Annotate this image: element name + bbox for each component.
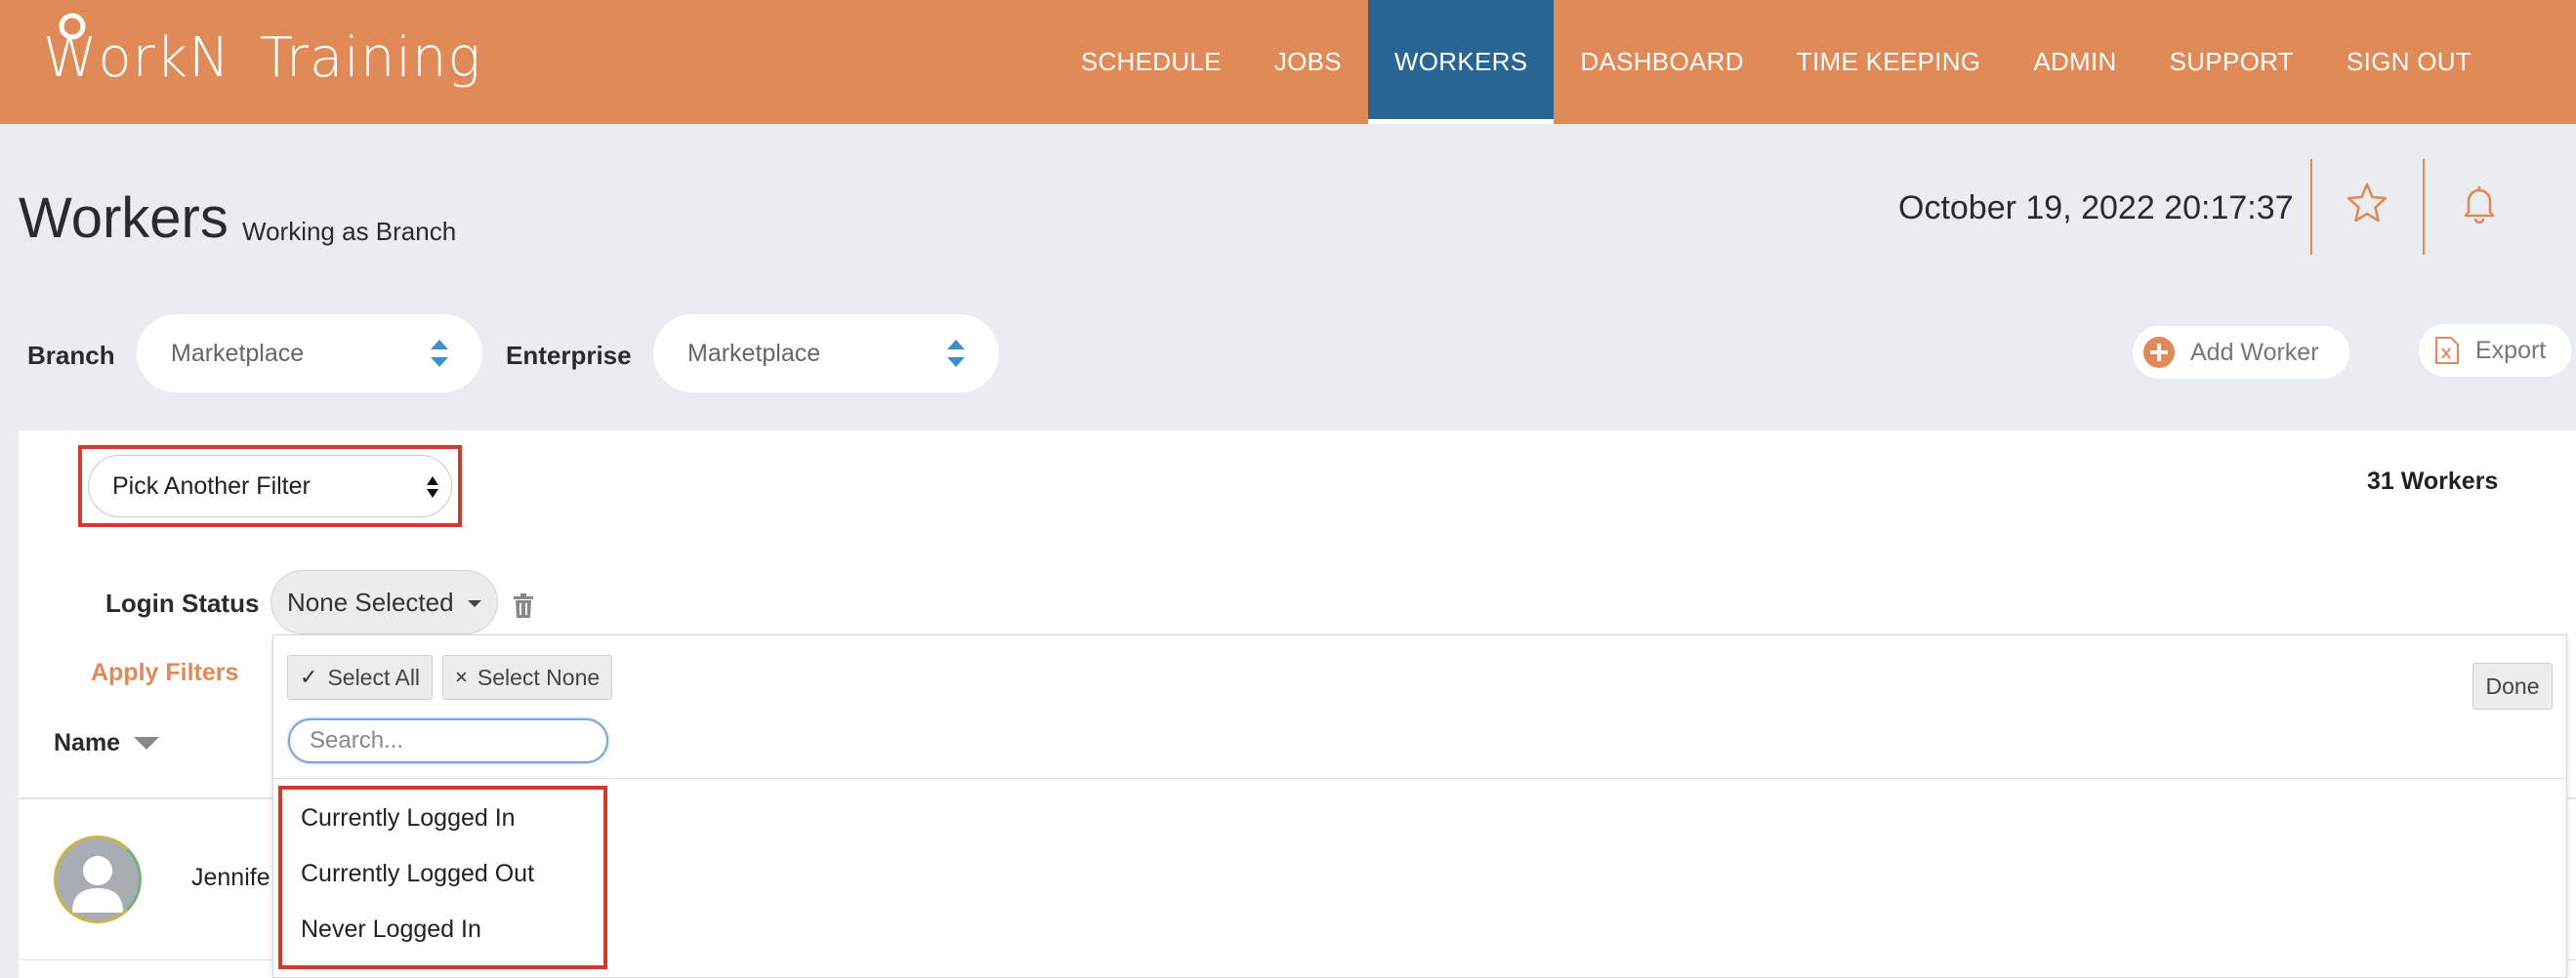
close-icon: × <box>455 665 468 689</box>
export-button[interactable]: Export <box>2419 324 2571 377</box>
pick-filter-select[interactable]: Pick Another Filter <box>88 455 452 517</box>
bell-icon[interactable] <box>2457 181 2502 225</box>
branch-select[interactable]: Marketplace <box>137 314 482 392</box>
login-status-value: None Selected <box>287 587 454 617</box>
nav-workers[interactable]: WORKERS <box>1367 0 1555 124</box>
star-icon[interactable] <box>2345 181 2389 225</box>
nav-dashboard[interactable]: DASHBOARD <box>1554 0 1769 124</box>
logo-suffix: Training <box>259 25 482 90</box>
done-button[interactable]: Done <box>2472 663 2553 710</box>
enterprise-label: Enterprise <box>506 341 632 370</box>
search-input[interactable] <box>288 718 608 763</box>
logo-w: W <box>43 13 98 90</box>
header-divider <box>2423 159 2425 255</box>
add-worker-label: Add Worker <box>2190 338 2319 366</box>
worker-name[interactable]: Jennife <box>191 864 270 892</box>
nav-jobs[interactable]: JOBS <box>1248 0 1368 124</box>
header-divider <box>2310 159 2312 255</box>
enterprise-select-value: Marketplace <box>687 339 821 367</box>
sort-down-icon <box>134 737 160 750</box>
check-icon: ✓ <box>300 665 318 689</box>
nav-sign-out[interactable]: SIGN OUT <box>2320 0 2498 124</box>
branch-select-value: Marketplace <box>171 339 305 367</box>
apply-filters-link[interactable]: Apply Filters <box>91 659 238 687</box>
nav-support[interactable]: SUPPORT <box>2143 0 2320 124</box>
page-subtitle: Working as Branch <box>242 217 457 246</box>
location-pin-icon <box>59 13 86 39</box>
login-status-select[interactable]: None Selected <box>270 570 498 634</box>
page-title: Workers <box>19 186 229 250</box>
name-column-header[interactable]: Name <box>54 729 160 757</box>
branch-label: Branch <box>27 341 115 370</box>
dropdown-divider <box>273 778 2566 779</box>
select-arrows-icon <box>427 476 438 498</box>
trash-icon[interactable] <box>513 593 534 619</box>
option-never-logged-in[interactable]: Never Logged In <box>301 916 481 944</box>
option-currently-logged-in[interactable]: Currently Logged In <box>301 804 516 833</box>
nav-admin[interactable]: ADMIN <box>2007 0 2142 124</box>
select-arrows-icon <box>947 340 965 367</box>
main-nav: SCHEDULE JOBS WORKERS DASHBOARD TIME KEE… <box>1055 0 2498 124</box>
nav-time-keeping[interactable]: TIME KEEPING <box>1770 0 2008 124</box>
add-worker-button[interactable]: Add Worker <box>2133 326 2349 379</box>
user-silhouette-icon <box>72 856 123 913</box>
enterprise-select[interactable]: Marketplace <box>653 314 999 392</box>
option-currently-logged-out[interactable]: Currently Logged Out <box>301 860 534 888</box>
app-logo[interactable]: W orkN Training <box>43 13 482 102</box>
plus-circle-icon <box>2143 337 2175 368</box>
export-label: Export <box>2475 336 2547 364</box>
login-status-dropdown: ✓ Select All × Select None Done Currentl… <box>272 634 2567 978</box>
pick-filter-value: Pick Another Filter <box>112 471 311 500</box>
login-status-label: Login Status <box>105 589 260 618</box>
worker-count: 31 Workers <box>2367 468 2499 495</box>
select-all-button[interactable]: ✓ Select All <box>287 655 434 700</box>
select-none-button[interactable]: × Select None <box>442 655 613 700</box>
select-none-label: Select None <box>477 664 601 690</box>
logo-text: orkN <box>98 25 230 90</box>
nav-schedule[interactable]: SCHEDULE <box>1055 0 1248 124</box>
excel-file-icon <box>2435 337 2459 364</box>
top-navbar: W orkN Training SCHEDULE JOBS WORKERS DA… <box>0 0 2576 124</box>
select-all-label: Select All <box>327 664 421 690</box>
datetime-display: October 19, 2022 20:17:37 <box>1898 189 2294 226</box>
caret-down-icon <box>468 600 481 607</box>
select-arrows-icon <box>431 340 448 367</box>
avatar <box>54 835 142 923</box>
name-header-label: Name <box>54 729 121 756</box>
